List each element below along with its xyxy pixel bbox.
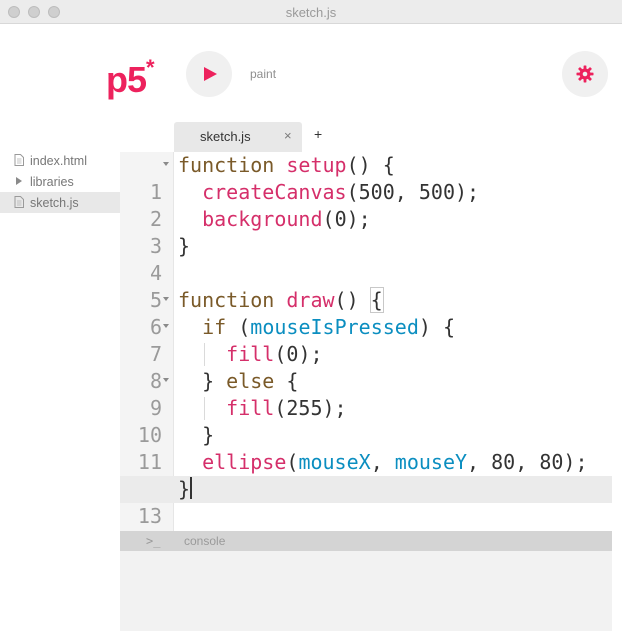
tab-sketch-js[interactable]: sketch.js ×	[174, 122, 302, 152]
code-line[interactable]: 6 function draw() {	[120, 287, 612, 339]
code-line[interactable]: 7 if (mouseIsPressed) {	[120, 314, 612, 366]
tab-label: sketch.js	[200, 129, 251, 144]
line-number: 13	[137, 504, 162, 528]
sidebar-item-index-html[interactable]: index.html	[0, 150, 120, 171]
settings-button[interactable]	[562, 51, 608, 97]
file-icon	[14, 196, 24, 208]
play-button[interactable]	[186, 51, 232, 97]
console-header[interactable]: >_ console	[120, 531, 612, 551]
title-bar: sketch.js	[0, 0, 622, 24]
window-title: sketch.js	[285, 5, 337, 20]
sidebar-item-label: sketch.js	[30, 196, 79, 210]
sidebar-item-label: libraries	[30, 175, 74, 189]
code-line[interactable]: 8 fill(0);	[120, 341, 612, 393]
code-line-active[interactable]: 13 }	[120, 476, 612, 528]
code-line[interactable]: 11 }	[120, 422, 612, 474]
fold-arrow-icon[interactable]	[163, 297, 169, 301]
gear-icon	[576, 65, 594, 83]
tab-close-icon[interactable]: ×	[284, 128, 292, 143]
add-tab-button[interactable]: +	[314, 126, 322, 142]
console-output[interactable]	[120, 551, 612, 631]
text-cursor	[190, 477, 193, 499]
project-name: paint	[250, 67, 277, 81]
code-line[interactable]: 9 } else {	[120, 368, 612, 420]
code-line[interactable]: 2 createCanvas(500, 500);	[120, 179, 612, 231]
fold-arrow-icon[interactable]	[163, 378, 169, 382]
sidebar-item-label: index.html	[30, 154, 87, 168]
fold-arrow-icon[interactable]	[163, 162, 169, 166]
code-line[interactable]: 12 ellipse(mouseX, mouseY, 80, 80);	[120, 449, 612, 501]
sidebar-item-sketch-js[interactable]: sketch.js	[0, 192, 120, 213]
expand-arrow-icon	[16, 177, 22, 185]
file-icon	[14, 154, 24, 166]
console-prompt-icon: >_	[146, 534, 161, 548]
file-sidebar: index.html libraries sketch.js	[0, 150, 120, 213]
code-line[interactable]: 5	[120, 260, 612, 312]
code-line[interactable]: 3 background(0);	[120, 206, 612, 258]
code-editor[interactable]: 1 function setup() { 2 createCanvas(500,…	[120, 152, 612, 532]
code-line[interactable]: 1 function setup() {	[120, 152, 612, 204]
sidebar-item-libraries[interactable]: libraries	[0, 171, 120, 192]
fold-arrow-icon[interactable]	[163, 324, 169, 328]
console-label: console	[184, 534, 226, 548]
code-line[interactable]: 4 }	[120, 233, 612, 285]
play-icon	[204, 67, 217, 81]
code-line[interactable]: 10 fill(255);	[120, 395, 612, 447]
p5-logo: p5*	[106, 55, 155, 100]
